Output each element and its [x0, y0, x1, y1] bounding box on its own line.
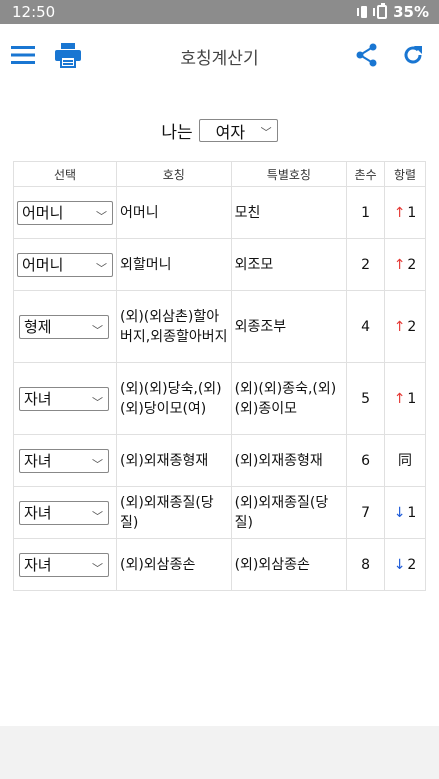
chevron-down-icon: ﹀	[96, 261, 107, 275]
level-value: 1	[407, 504, 417, 521]
vibrate-icon	[357, 5, 376, 19]
header-special: 특별호칭	[230, 161, 348, 187]
chon-cell: 2	[346, 238, 386, 291]
chevron-down-icon: ﹀	[92, 509, 103, 523]
battery-level: 35%	[393, 3, 429, 21]
relation-select-value: 자녀	[24, 389, 52, 408]
relation-select[interactable]: 어머니 ﹀	[17, 252, 113, 277]
level-cell: ↑ 2	[384, 238, 426, 291]
name-cell: (외)외재종형재	[116, 434, 232, 487]
chevron-down-icon: ﹀	[260, 126, 272, 139]
table-row: 어머니 ﹀ 어머니 모친 1 ↑ 1	[13, 186, 426, 239]
arrow-up-icon: ↑	[393, 204, 406, 221]
level-value: 1	[407, 204, 417, 221]
refresh-icon	[404, 46, 422, 64]
header-name: 호칭	[116, 161, 232, 187]
name-cell: (외)외삼종손	[116, 538, 232, 591]
status-time: 12:50	[12, 3, 56, 21]
battery-icon	[377, 3, 388, 19]
level-value: 2	[407, 556, 417, 573]
level-value: 2	[407, 318, 417, 335]
arrow-up-icon: ↑	[393, 318, 406, 335]
special-cell: (외)외재종질(당질)	[230, 486, 348, 539]
name-cell: (외)외재종질(당질)	[116, 486, 232, 539]
relation-select-value: 자녀	[24, 503, 52, 522]
refresh-button[interactable]	[396, 38, 430, 72]
special-cell: (외)외재종형재	[230, 434, 348, 487]
chevron-down-icon: ﹀	[92, 395, 103, 409]
relation-select-value: 어머니	[22, 203, 64, 222]
special-cell: (외)(외)종숙,(외)(외)종이모	[230, 362, 348, 435]
chon-cell: 4	[346, 290, 386, 363]
name-cell: 외할머니	[116, 238, 232, 291]
footer-area	[0, 726, 439, 779]
table-row: 자녀 ﹀ (외)(외)당숙,(외)(외)당이모(여) (외)(외)종숙,(외)(외…	[13, 362, 426, 435]
table-row: 자녀 ﹀ (외)외재종질(당질) (외)외재종질(당질) 7 ↓ 1	[13, 486, 426, 539]
gender-label: 나는	[161, 123, 193, 143]
level-cell: ↓ 1	[384, 486, 426, 539]
chevron-down-icon: ﹀	[92, 323, 103, 337]
relation-select-value: 자녀	[24, 555, 52, 574]
name-cell: 어머니	[116, 186, 232, 239]
share-icon	[356, 43, 377, 67]
table-row: 자녀 ﹀ (외)외재종형재 (외)외재종형재 6 同	[13, 434, 426, 487]
name-cell: (외)(외)당숙,(외)(외)당이모(여)	[116, 362, 232, 435]
chon-cell: 5	[346, 362, 386, 435]
app-bar: 호칭계산기	[0, 24, 439, 86]
chon-cell: 7	[346, 486, 386, 539]
relation-select[interactable]: 자녀 ﹀	[19, 552, 109, 577]
table-header-row: 선택 호칭 특별호칭 촌수 항렬	[13, 161, 426, 187]
chon-cell: 6	[346, 434, 386, 487]
status-indicators: 35%	[357, 3, 429, 21]
gender-value: 여자	[215, 122, 246, 142]
level-cell: ↑ 1	[384, 186, 426, 239]
header-select: 선택	[13, 161, 117, 187]
chon-cell: 8	[346, 538, 386, 591]
level-cell: ↑ 2	[384, 290, 426, 363]
header-level: 항렬	[384, 161, 426, 187]
relation-select[interactable]: 자녀 ﹀	[19, 448, 109, 473]
special-cell: 외종조부	[230, 290, 348, 363]
arrow-down-icon: ↓	[393, 504, 406, 521]
table-row: 어머니 ﹀ 외할머니 외조모 2 ↑ 2	[13, 238, 426, 291]
gender-row: 나는 여자 ﹀	[0, 118, 439, 143]
special-cell: 외조모	[230, 238, 348, 291]
relation-select[interactable]: 자녀 ﹀	[19, 386, 109, 411]
table-row: 자녀 ﹀ (외)외삼종손 (외)외삼종손 8 ↓ 2	[13, 538, 426, 591]
arrow-up-icon: ↑	[393, 256, 406, 273]
arrow-down-icon: ↓	[393, 556, 406, 573]
relation-select-value: 어머니	[22, 255, 64, 274]
name-cell: (외)(외삼촌)할아버지,외종할아버지	[116, 290, 232, 363]
level-cell: 同	[384, 434, 426, 487]
relation-select-value: 자녀	[24, 451, 52, 470]
relation-select[interactable]: 형제 ﹀	[19, 314, 109, 339]
chon-cell: 1	[346, 186, 386, 239]
share-button[interactable]	[350, 38, 384, 72]
level-value: 2	[407, 256, 417, 273]
level-cell: ↓ 2	[384, 538, 426, 591]
special-cell: 모친	[230, 186, 348, 239]
level-value: 1	[407, 390, 417, 407]
arrow-up-icon: ↑	[393, 390, 406, 407]
level-cell: ↑ 1	[384, 362, 426, 435]
relation-select-value: 형제	[24, 317, 52, 336]
chevron-down-icon: ﹀	[92, 561, 103, 575]
gender-select[interactable]: 여자 ﹀	[198, 119, 278, 142]
chevron-down-icon: ﹀	[92, 457, 103, 471]
level-value: 同	[398, 452, 413, 469]
main-content: 나는 여자 ﹀ 선택 호칭 특별호칭 촌수 항렬 어머니 ﹀ 어머니 모친 1 ↑…	[0, 86, 439, 726]
relation-table: 선택 호칭 특별호칭 촌수 항렬 어머니 ﹀ 어머니 모친 1 ↑ 1 어머니 ﹀ 외…	[13, 161, 426, 591]
chevron-down-icon: ﹀	[96, 209, 107, 223]
table-row: 형제 ﹀ (외)(외삼촌)할아버지,외종할아버지 외종조부 4 ↑ 2	[13, 290, 426, 363]
header-chon: 촌수	[346, 161, 386, 187]
relation-select[interactable]: 자녀 ﹀	[19, 500, 109, 525]
special-cell: (외)외삼종손	[230, 538, 348, 591]
relation-select[interactable]: 어머니 ﹀	[17, 200, 113, 225]
status-bar: 12:50 35%	[0, 0, 439, 24]
